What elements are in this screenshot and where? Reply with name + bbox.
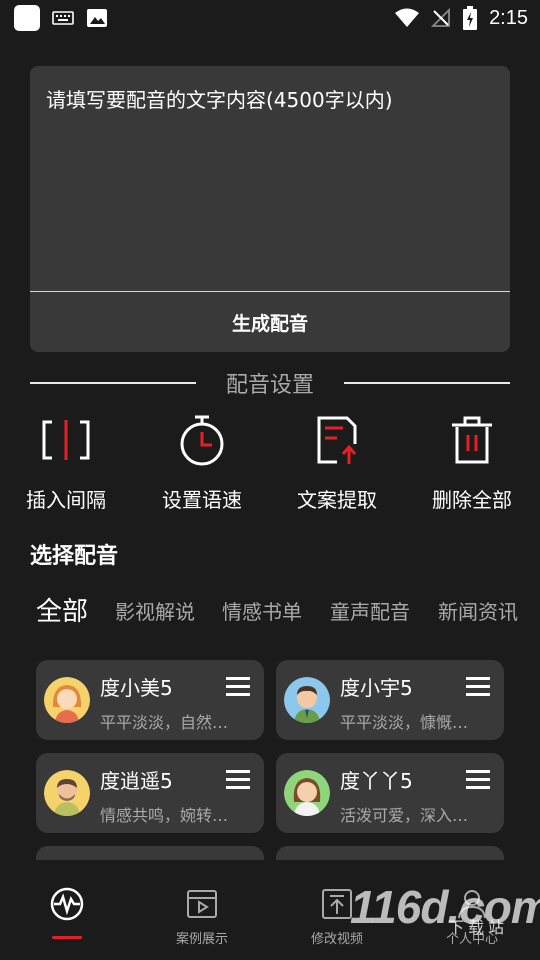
- voice-description: 平平淡淡，慷慨…: [340, 713, 469, 732]
- voice-name: 度逍遥5: [100, 769, 173, 793]
- insert-pause-icon: [42, 420, 90, 460]
- nav-label: 案例展示: [175, 932, 228, 947]
- nav-active-indicator: [52, 936, 82, 939]
- voice-card[interactable]: 度小美5 平平淡淡，自然…: [36, 660, 264, 740]
- avatar: [44, 677, 90, 723]
- app-icon: [14, 5, 40, 31]
- generate-voice-button[interactable]: 生成配音: [30, 292, 510, 352]
- tool-label: 文案提取: [297, 488, 377, 512]
- voice-name: 度小美5: [100, 676, 173, 700]
- choose-voice-title: 选择配音: [30, 544, 119, 569]
- menu-icon[interactable]: [224, 767, 252, 791]
- battery-charging-icon: [463, 6, 478, 30]
- wifi-icon: [395, 8, 420, 27]
- tab-news[interactable]: 新闻资讯: [438, 590, 518, 634]
- voice-card[interactable]: 度逍遥5 情感共鸣，婉转…: [36, 753, 264, 833]
- trash-icon: [452, 416, 492, 464]
- tool-label: 设置语速: [162, 488, 242, 512]
- settings-section-title: 配音设置: [30, 366, 511, 400]
- tab-all[interactable]: 全部: [36, 590, 88, 634]
- nav-item-cases[interactable]: 案例展示: [142, 886, 262, 947]
- settings-tools: 插入间隔 设置语速 文案提取 删除全部: [0, 412, 540, 522]
- image-icon: [87, 9, 107, 27]
- voice-description: 情感共鸣，婉转…: [100, 806, 229, 825]
- voice-card[interactable]: [36, 846, 264, 860]
- watermark-logo: 116d.com: [350, 881, 540, 933]
- nav-item-dubbing[interactable]: [7, 886, 127, 928]
- voice-name: 度小宇5: [340, 676, 413, 700]
- no-signal-icon: [431, 8, 450, 27]
- tab-emotion-books[interactable]: 情感书单: [222, 590, 302, 634]
- stopwatch-icon: [180, 415, 224, 466]
- watermark-sub: 下载站: [448, 918, 509, 937]
- upload-icon: [322, 889, 352, 919]
- avatar: [284, 677, 330, 723]
- delete-all-button[interactable]: 删除全部: [412, 412, 532, 513]
- text-input[interactable]: 请填写要配音的文字内容(4500字以内): [46, 84, 393, 113]
- set-speed-button[interactable]: 设置语速: [142, 412, 262, 513]
- video-play-icon: [187, 890, 217, 918]
- tab-film-commentary[interactable]: 影视解说: [115, 590, 195, 634]
- tool-label: 插入间隔: [26, 488, 106, 512]
- insert-pause-button[interactable]: 插入间隔: [6, 412, 126, 513]
- category-tabs: 全部 影视解说 情感书单 童声配音 新闻资讯: [36, 590, 540, 634]
- extract-text-button[interactable]: 文案提取: [277, 412, 397, 513]
- divider-left: [30, 382, 196, 384]
- tool-label: 删除全部: [432, 488, 512, 512]
- keyboard-icon: [52, 11, 74, 25]
- voice-list: 度小美5 平平淡淡，自然… 度小宇5 平平淡淡，慷慨… 度逍遥5 情感共鸣，婉转…: [0, 660, 540, 860]
- menu-icon[interactable]: [464, 674, 492, 698]
- waveform-icon: [50, 887, 84, 921]
- tab-child-voice[interactable]: 童声配音: [330, 590, 410, 634]
- divider-right: [344, 382, 511, 384]
- status-time: 2:15: [489, 6, 528, 29]
- menu-icon[interactable]: [224, 674, 252, 698]
- menu-icon[interactable]: [464, 767, 492, 791]
- voice-name: 度丫丫5: [340, 769, 413, 793]
- voice-description: 活泼可爱，深入…: [340, 806, 469, 825]
- avatar: [284, 770, 330, 816]
- text-editor-card: 请填写要配音的文字内容(4500字以内) 生成配音: [30, 66, 510, 352]
- document-extract-icon: [317, 416, 357, 464]
- voice-card[interactable]: [276, 846, 504, 860]
- voice-card[interactable]: 度丫丫5 活泼可爱，深入…: [276, 753, 504, 833]
- status-bar: 2:15: [0, 0, 540, 36]
- voice-card[interactable]: 度小宇5 平平淡淡，慷慨…: [276, 660, 504, 740]
- voice-description: 平平淡淡，自然…: [100, 713, 229, 732]
- settings-title: 配音设置: [226, 373, 315, 398]
- avatar: [44, 770, 90, 816]
